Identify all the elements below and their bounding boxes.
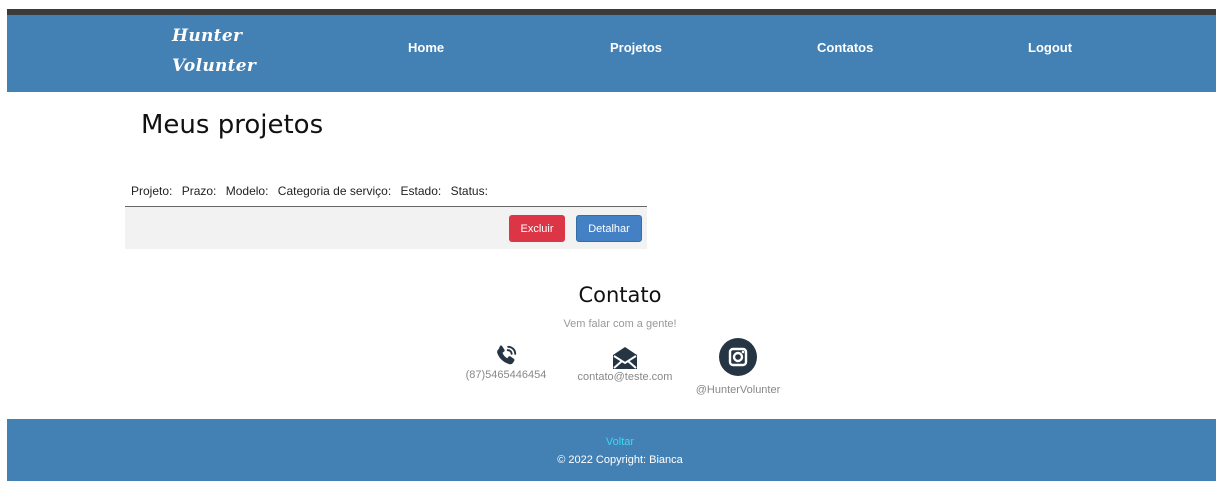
logo-line-1: Hunter xyxy=(172,26,243,46)
phone-text: (87)5465446454 xyxy=(465,369,547,381)
copyright: © 2022 Copyright: Bianca xyxy=(557,454,683,466)
page-title: Meus projetos xyxy=(141,110,324,140)
column-prazo: Prazo: xyxy=(181,184,217,198)
logo[interactable]: Hunter Volunter xyxy=(172,21,256,81)
instagram-text: @HunterVolunter xyxy=(695,384,781,396)
phone-icon xyxy=(497,345,517,365)
contact-instagram[interactable]: @HunterVolunter xyxy=(688,338,788,396)
delete-button[interactable]: Excluir xyxy=(509,215,565,242)
nav-contatos[interactable]: Contatos xyxy=(817,40,873,55)
footer: Voltar © 2022 Copyright: Bianca xyxy=(7,419,1216,481)
contact-subtitle: Vem falar com a gente! xyxy=(563,318,677,330)
navbar: Hunter Volunter Home Projetos Contatos L… xyxy=(7,15,1216,92)
nav-projetos[interactable]: Projetos xyxy=(610,40,662,55)
column-estado: Estado: xyxy=(400,184,442,198)
instagram-icon xyxy=(719,338,757,376)
nav-logout[interactable]: Logout xyxy=(1028,40,1072,55)
back-link[interactable]: Voltar xyxy=(7,436,1216,448)
email-text: contato@teste.com xyxy=(577,371,673,383)
column-status: Status: xyxy=(450,184,488,198)
envelope-icon xyxy=(613,347,637,369)
column-projeto: Projeto: xyxy=(131,184,173,198)
nav-home[interactable]: Home xyxy=(408,40,444,55)
contact-email[interactable]: contato@teste.com xyxy=(570,345,680,383)
contact-phone[interactable]: (87)5465446454 xyxy=(456,343,556,381)
column-categoria: Categoria de serviço: xyxy=(277,184,392,198)
detail-button[interactable]: Detalhar xyxy=(576,215,642,242)
projects-table-header: Projeto: Prazo: Modelo: Categoria de ser… xyxy=(131,184,494,198)
table-row: Excluir Detalhar xyxy=(125,206,647,249)
logo-line-2: Volunter xyxy=(172,56,257,76)
column-modelo: Modelo: xyxy=(225,184,269,198)
contact-title: Contato xyxy=(578,283,662,307)
